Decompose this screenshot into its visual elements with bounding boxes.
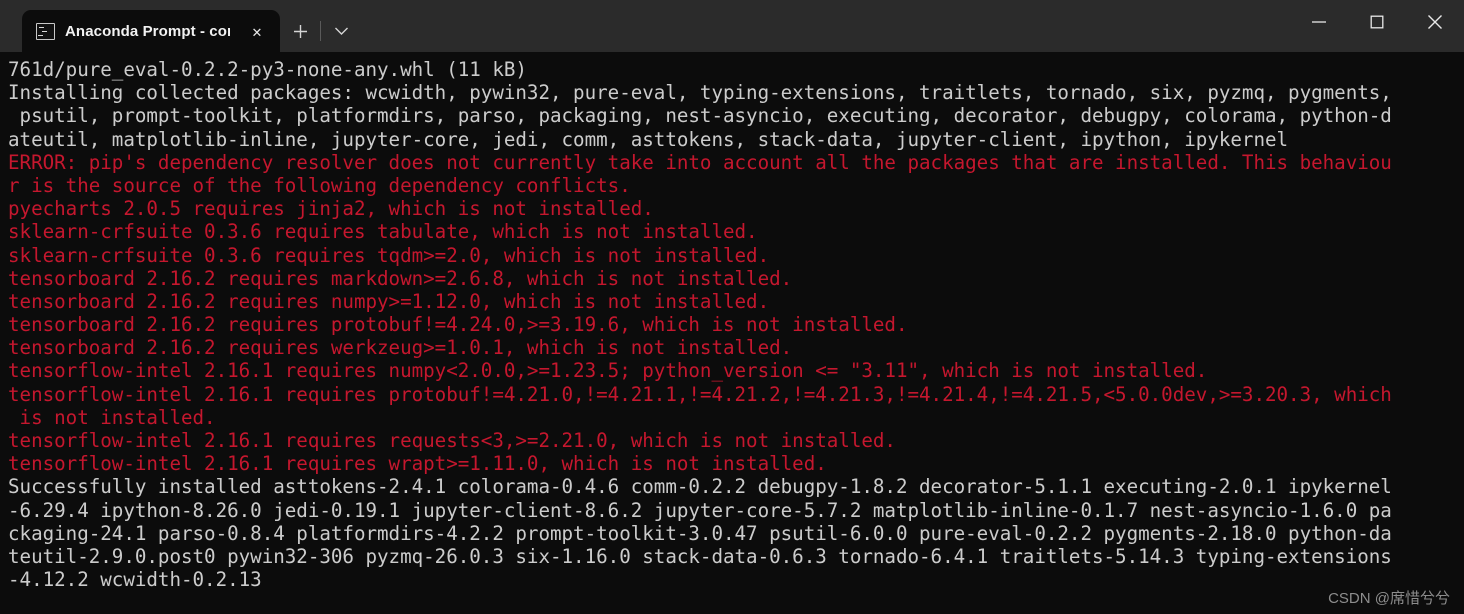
console-icon	[36, 22, 55, 40]
terminal-line: tensorboard 2.16.2 requires numpy>=1.12.…	[8, 289, 770, 313]
terminal-line: -4.12.2 wcwidth-0.2.13	[8, 568, 262, 592]
terminal-line: is not installed.	[8, 405, 216, 429]
close-window-button[interactable]	[1406, 0, 1464, 44]
terminal-line: sklearn-crfsuite 0.3.6 requires tabulate…	[8, 220, 758, 244]
terminal-line: r is the source of the following depende…	[8, 173, 631, 197]
tab-actions	[280, 10, 361, 52]
minimize-button[interactable]	[1290, 0, 1348, 44]
terminal-line: ERROR: pip's dependency resolver does no…	[8, 150, 1392, 174]
terminal-line: tensorflow-intel 2.16.1 requires request…	[8, 429, 896, 452]
terminal-tab[interactable]: Anaconda Prompt - conda de ✕	[22, 10, 280, 52]
terminal-line: psutil, prompt-toolkit, platformdirs, pa…	[8, 104, 1392, 128]
terminal-line: tensorboard 2.16.2 requires protobuf!=4.…	[8, 313, 908, 337]
terminal-line: tensorboard 2.16.2 requires werkzeug>=1.…	[8, 336, 793, 360]
terminal-line: -6.29.4 ipython-8.26.0 jedi-0.19.1 jupyt…	[8, 498, 1392, 522]
terminal-line: pyecharts 2.0.5 requires jinja2, which i…	[8, 197, 654, 221]
terminal-line: 761d/pure_eval-0.2.2-py3-none-any.whl (1…	[8, 58, 527, 81]
watermark: CSDN @席惜兮兮	[1328, 590, 1450, 607]
maximize-button[interactable]	[1348, 0, 1406, 44]
new-tab-button[interactable]	[280, 10, 320, 52]
terminal-output: 761d/pure_eval-0.2.2-py3-none-any.whl (1…	[8, 58, 1464, 591]
terminal-line: ateutil, matplotlib-inline, jupyter-core…	[8, 127, 1289, 151]
terminal-line: tensorflow-intel 2.16.1 requires wrapt>=…	[8, 452, 827, 476]
tab-title: Anaconda Prompt - conda de	[65, 22, 230, 40]
close-tab-icon[interactable]: ✕	[242, 16, 272, 46]
terminal-line: tensorflow-intel 2.16.1 requires protobu…	[8, 382, 1392, 406]
window-controls	[1290, 0, 1464, 44]
terminal-line: tensorboard 2.16.2 requires markdown>=2.…	[8, 266, 793, 290]
terminal-line: ckaging-24.1 parso-0.8.4 platformdirs-4.…	[8, 521, 1392, 545]
title-bar: Anaconda Prompt - conda de ✕	[0, 0, 1464, 52]
tab-strip: Anaconda Prompt - conda de ✕	[0, 0, 361, 52]
chevron-down-icon[interactable]	[321, 10, 361, 52]
terminal-line: Installing collected packages: wcwidth, …	[8, 81, 1392, 105]
terminal-line: Successfully installed asttokens-2.4.1 c…	[8, 475, 1392, 499]
terminal-line: teutil-2.9.0.post0 pywin32-306 pyzmq-26.…	[8, 544, 1392, 568]
terminal-viewport[interactable]: 761d/pure_eval-0.2.2-py3-none-any.whl (1…	[0, 52, 1464, 614]
terminal-line: sklearn-crfsuite 0.3.6 requires tqdm>=2.…	[8, 243, 770, 267]
terminal-line: tensorflow-intel 2.16.1 requires numpy<2…	[8, 359, 1208, 383]
